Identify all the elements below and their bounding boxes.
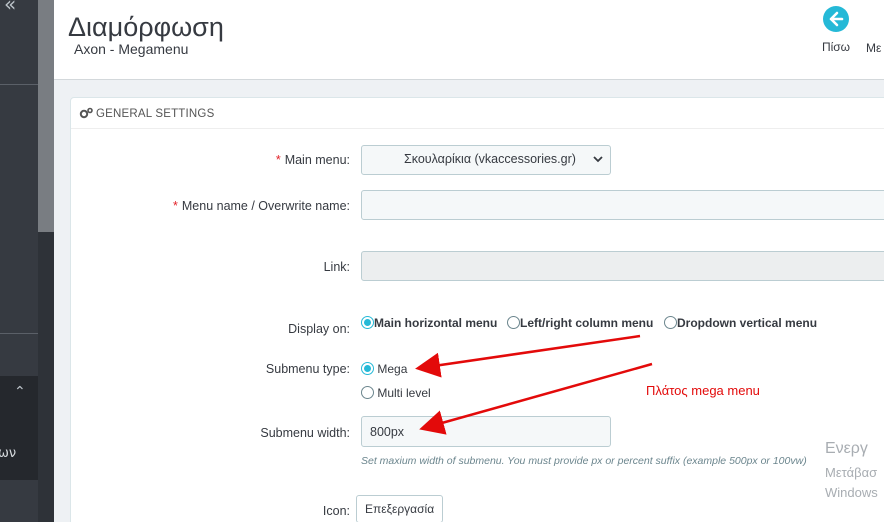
watermark-line: Windows [825, 485, 878, 500]
annotation-arrow [415, 334, 641, 378]
annotation-arrow [419, 362, 653, 435]
watermark-line: Μετάβασ [825, 465, 878, 480]
watermark-line: Ενεργ [825, 440, 868, 457]
annotation-arrows [415, 334, 653, 435]
